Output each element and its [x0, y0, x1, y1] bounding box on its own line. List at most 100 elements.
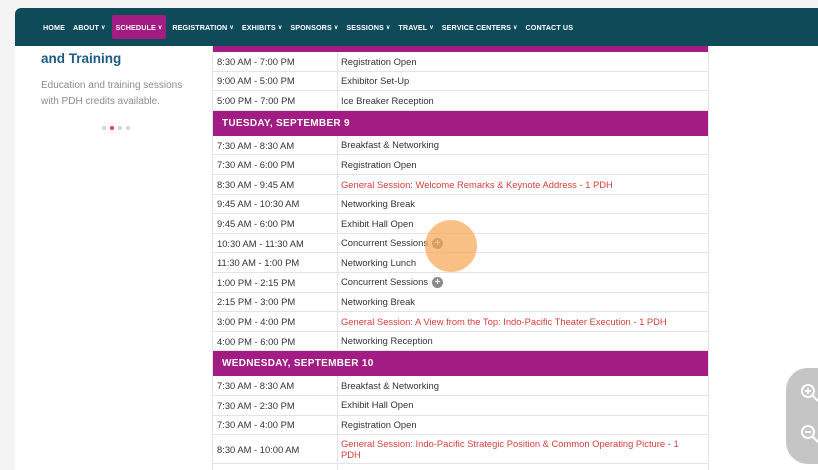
- session-title-text: Networking Break: [341, 296, 415, 308]
- session-title-text: Breakfast & Networking: [341, 139, 439, 151]
- session-title: Networking Lunch: [338, 253, 708, 272]
- day-header: WEDNESDAY, SEPTEMBER 10: [213, 351, 708, 377]
- session-link[interactable]: General Session: Welcome Remarks & Keyno…: [338, 175, 708, 194]
- nav-item-contact-us[interactable]: CONTACT US: [526, 15, 574, 39]
- sidebar-description: Education and training sessions with PDH…: [41, 80, 183, 107]
- nav-item-sponsors[interactable]: SPONSORS ∨: [290, 15, 338, 39]
- session-title-text: Exhibit Hall Open: [341, 399, 414, 411]
- session-link[interactable]: General Session: A View from the Top: In…: [338, 312, 708, 331]
- session-title-text: Breakfast & Networking: [341, 379, 439, 391]
- carousel-dots: [102, 126, 130, 130]
- nav-item-registration[interactable]: REGISTRATION ∨: [172, 15, 233, 39]
- plus-circle-icon[interactable]: +: [432, 276, 444, 288]
- session-title-text: Ice Breaker Reception: [341, 94, 434, 106]
- carousel-dot[interactable]: [102, 126, 106, 130]
- session-time: 10:00 AM - 10:30 AM: [213, 464, 338, 470]
- session-title-text: General Session: Indo-Pacific Strategic …: [341, 437, 679, 461]
- session-title: Concurrent Sessions +: [338, 234, 708, 253]
- chevron-down-icon: ∨: [429, 24, 434, 31]
- session-time: 11:30 AM - 1:00 PM: [213, 253, 338, 272]
- session-time: 7:30 AM - 8:30 AM: [213, 135, 338, 155]
- table-row: 11:30 AM - 1:00 PM Networking Lunch: [213, 253, 708, 273]
- table-row: 7:30 AM - 8:30 AM Breakfast & Networking: [213, 135, 708, 156]
- nav-item-label: SCHEDULE: [115, 22, 156, 32]
- session-time: 9:45 AM - 6:00 PM: [213, 214, 338, 233]
- nav-item-label: SESSIONS: [346, 22, 384, 32]
- session-time: 8:30 AM - 9:45 AM: [213, 174, 338, 194]
- session-time: 7:30 AM - 6:00 PM: [213, 155, 338, 174]
- session-title-text: Registration Open: [341, 158, 417, 170]
- nav-item-label: SERVICE CENTERS: [441, 22, 512, 32]
- plus-circle-icon[interactable]: +: [432, 237, 444, 249]
- session-time: 8:30 AM - 10:00 AM: [213, 435, 338, 464]
- nav-item-exhibits[interactable]: EXHIBITS ∨: [242, 15, 282, 39]
- session-title-text: Exhibitor Set-Up: [341, 75, 410, 87]
- sidebar-title: and Training: [41, 51, 122, 66]
- table-row: 8:30 AM - 9:45 AM General Session: Welcom…: [213, 174, 708, 195]
- zoom-in-icon[interactable]: [800, 383, 818, 403]
- session-link[interactable]: General Session: Indo-Pacific Strategic …: [338, 435, 708, 463]
- session-time: 10:30 AM - 11:30 AM: [213, 233, 338, 253]
- main-nav: HOME ABOUT ∨ SCHEDULE ∨ REGISTRATION ∨ EXHIBITS…: [15, 8, 818, 46]
- session-title-text: General Session: A View from the Top: In…: [341, 315, 667, 327]
- table-row: 9:45 AM - 10:30 AM Networking Break: [213, 194, 708, 215]
- chevron-down-icon: ∨: [157, 24, 163, 31]
- session-time: 8:30 AM - 7:00 PM: [213, 52, 338, 71]
- session-title: Networking Break: [338, 195, 708, 214]
- table-row: 8:30 AM - 10:00 AM General Session: Indo-…: [213, 435, 708, 465]
- page: HOME ABOUT ∨ SCHEDULE ∨ REGISTRATION ∨ EXHIBITS…: [15, 8, 818, 470]
- session-title: Exhibit Hall Open: [338, 396, 708, 415]
- nav-item-label: HOME: [43, 22, 65, 32]
- session-title-text: Networking Reception: [341, 335, 433, 347]
- session-title-text: Registration Open: [341, 419, 417, 431]
- schedule-table: 8:30 AM - 7:00 PM Registration Open 9:00 A…: [212, 46, 709, 470]
- session-time: 9:45 AM - 10:30 AM: [213, 194, 338, 214]
- session-time: 7:30 AM - 8:30 AM: [213, 376, 338, 395]
- chevron-down-icon: ∨: [229, 24, 234, 31]
- session-title: Registration Open: [338, 155, 708, 174]
- table-row: 7:30 AM - 4:00 PM Registration Open: [213, 415, 708, 436]
- nav-item-label: TRAVEL: [398, 22, 428, 32]
- table-row: 3:00 PM - 4:00 PM General Session: A View…: [213, 312, 708, 332]
- session-title-text: Networking Break: [341, 198, 415, 210]
- session-title: Exhibitor Set-Up: [338, 72, 708, 91]
- table-row: 10:00 AM - 10:30 AMNetworking Break: [213, 464, 708, 470]
- session-title: Exhibit Hall Open: [338, 214, 708, 233]
- session-time: 9:00 AM - 5:00 PM: [213, 71, 338, 91]
- table-row: 7:30 AM - 8:30 AM Breakfast & Networking: [213, 376, 708, 396]
- session-time: 2:15 PM - 3:00 PM: [213, 292, 338, 312]
- session-title-text: Concurrent Sessions: [341, 237, 429, 249]
- session-title-text: Registration Open: [341, 55, 417, 67]
- chevron-down-icon: ∨: [385, 24, 391, 31]
- session-title: Registration Open: [338, 416, 708, 435]
- zoom-out-icon[interactable]: [800, 424, 818, 444]
- table-row: 1:00 PM - 2:15 PM Concurrent Sessions +: [213, 272, 708, 293]
- session-title-text: Concurrent Sessions: [341, 276, 429, 288]
- chevron-down-icon: ∨: [101, 24, 106, 31]
- nav-item-travel[interactable]: TRAVEL ∨: [398, 15, 433, 39]
- carousel-dot[interactable]: [126, 126, 130, 130]
- zoom-panel: [786, 368, 818, 464]
- table-row: 2:15 PM - 3:00 PM Networking Break: [213, 292, 708, 313]
- nav-item-label: EXHIBITS: [241, 22, 276, 32]
- nav-item-about[interactable]: ABOUT ∨: [73, 15, 106, 39]
- nav-item-label: REGISTRATION: [172, 22, 228, 32]
- nav-item-service-centers[interactable]: SERVICE CENTERS ∨: [442, 15, 518, 39]
- nav-item-sessions[interactable]: SESSIONS ∨: [346, 15, 390, 39]
- session-title: Networking Break: [338, 293, 708, 312]
- nav-item-label: SPONSORS: [290, 22, 332, 32]
- table-row: 9:45 AM - 6:00 PM Exhibit Hall Open: [213, 214, 708, 234]
- day-header: TUESDAY, SEPTEMBER 9: [213, 110, 708, 136]
- session-time: 1:00 PM - 2:15 PM: [213, 272, 338, 292]
- table-row: 7:30 AM - 6:00 PM Registration Open: [213, 155, 708, 175]
- chevron-down-icon: ∨: [277, 24, 283, 31]
- nav-item-schedule[interactable]: SCHEDULE ∨: [111, 15, 167, 39]
- carousel-dot[interactable]: [110, 126, 114, 130]
- session-title: Breakfast & Networking: [338, 376, 708, 395]
- session-title: Breakfast & Networking: [338, 136, 708, 155]
- session-title-text: General Session: Welcome Remarks & Keyno…: [341, 178, 613, 190]
- carousel-dot[interactable]: [118, 126, 122, 130]
- session-title: Networking Break: [338, 464, 708, 470]
- session-time: 7:30 AM - 2:30 PM: [213, 395, 338, 415]
- nav-item-home[interactable]: HOME: [43, 15, 65, 39]
